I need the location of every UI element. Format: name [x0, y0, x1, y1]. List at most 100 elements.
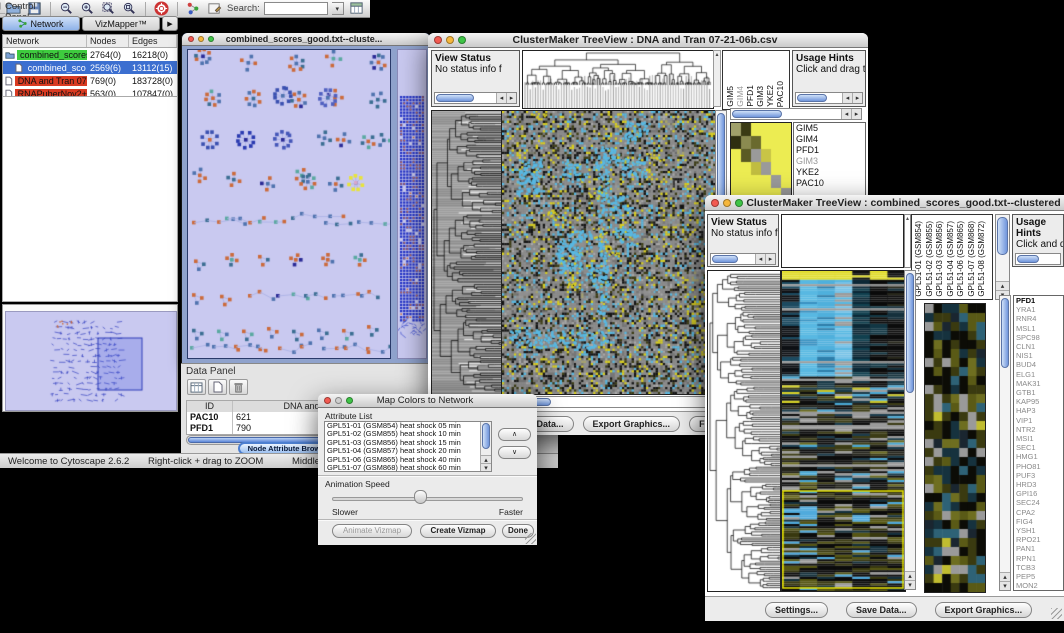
treeview-button[interactable]: Save Data... — [846, 602, 917, 618]
mini-scroll-strip[interactable]: ▴ — [713, 50, 721, 107]
gene-label[interactable]: MON2 — [1014, 581, 1063, 590]
delete-attribute-icon[interactable] — [229, 379, 248, 395]
gene-label[interactable]: PFD1 — [1014, 296, 1063, 305]
close-button[interactable] — [434, 36, 442, 44]
move-down-button[interactable]: ∨ — [498, 446, 531, 459]
usage-hints-scrollbar[interactable] — [1015, 253, 1061, 265]
column-dendrogram-area[interactable] — [781, 214, 904, 268]
view-status-scrollbar[interactable] — [710, 253, 776, 265]
gene-label[interactable]: NTR2 — [1014, 425, 1063, 434]
gene-label[interactable]: MAK31 — [1014, 379, 1063, 388]
col-network[interactable]: Network — [3, 35, 87, 47]
table-mode-icon[interactable] — [187, 379, 206, 395]
gene-label[interactable]: VIP1 — [1014, 416, 1063, 425]
scrollbar-thumb[interactable] — [1001, 298, 1009, 368]
treeview-button[interactable]: Export Graphics... — [583, 416, 681, 432]
row-dendrogram[interactable] — [431, 110, 502, 395]
minimize-button[interactable] — [446, 36, 454, 44]
scroll-right-icon[interactable] — [851, 109, 861, 119]
animate-vizmap-button[interactable]: Animate Vizmap — [332, 524, 412, 538]
network-view-titlebar[interactable]: combined_scores_good.txt--cluste... — [182, 33, 430, 46]
gene-label[interactable]: GIM5 — [794, 123, 865, 134]
create-vizmap-button[interactable]: Create Vizmap — [420, 524, 496, 538]
gene-label[interactable]: MSL1 — [1014, 324, 1063, 333]
gene-label[interactable]: PEP5 — [1014, 572, 1063, 581]
treeview-button[interactable]: Export Graphics... — [935, 602, 1033, 618]
gene-label[interactable]: TCB3 — [1014, 563, 1063, 572]
scrollbar-thumb[interactable] — [1017, 255, 1039, 263]
float-panel-icon[interactable] — [0, 2, 1, 12]
attribute-list-scrollbar[interactable] — [480, 422, 491, 471]
tab-overflow-arrow[interactable]: ▶ — [162, 16, 178, 31]
scroll-down-icon[interactable] — [1000, 581, 1010, 590]
id-column-header[interactable]: ID — [187, 401, 233, 412]
treeview1-titlebar[interactable]: ClusterMaker TreeView : DNA and Tran 07-… — [428, 33, 868, 48]
mini-scroll-strip[interactable]: ▴ — [904, 214, 911, 268]
column-dendrogram[interactable] — [522, 50, 714, 109]
global-heatmap[interactable] — [501, 110, 716, 395]
network-row[interactable]: combined_scores 2764(0) 16218(0) — [3, 48, 177, 61]
gene-label[interactable]: PAN1 — [1014, 544, 1063, 553]
zoom-selected-icon[interactable] — [100, 0, 117, 17]
gene-label[interactable]: CPA2 — [1014, 508, 1063, 517]
treeview-button[interactable]: Settings... — [765, 602, 828, 618]
vizmapper-icon[interactable] — [185, 0, 202, 17]
gene-label[interactable]: HAP3 — [1014, 406, 1063, 415]
scrollbar-thumb[interactable] — [712, 255, 738, 263]
scroll-right-icon[interactable] — [852, 93, 862, 103]
labels-vscrollbar[interactable] — [995, 214, 1010, 300]
minimize-button[interactable] — [335, 397, 342, 404]
scrollbar-thumb[interactable] — [906, 273, 914, 393]
scroll-up-icon[interactable] — [996, 281, 1009, 290]
scroll-down-icon[interactable] — [481, 463, 491, 471]
col-edges[interactable]: Edges — [129, 35, 177, 47]
close-button[interactable] — [324, 397, 331, 404]
scrollbar-thumb[interactable] — [997, 217, 1008, 255]
tab-network[interactable]: Network — [2, 16, 80, 31]
zoom-heatmap[interactable] — [924, 303, 986, 593]
scroll-down-icon[interactable] — [905, 580, 915, 589]
column-label[interactable]: GPL51-03 (GSM856) — [935, 221, 945, 297]
scrollbar-thumb[interactable] — [797, 94, 827, 102]
heatmap-vscrollbar[interactable] — [904, 270, 916, 590]
network-canvas[interactable] — [187, 49, 391, 359]
resize-grip[interactable] — [525, 533, 536, 544]
dialog-titlebar[interactable]: Map Colors to Network — [318, 394, 537, 408]
usage-hints-scrollbar[interactable] — [795, 92, 863, 104]
gene-label[interactable]: MSI1 — [1014, 434, 1063, 443]
gene-label[interactable]: RPN1 — [1014, 554, 1063, 563]
scrollbar-thumb[interactable] — [482, 423, 490, 449]
gene-label[interactable]: PAC10 — [794, 178, 865, 189]
close-button[interactable] — [711, 199, 719, 207]
gene-label[interactable]: ELG1 — [1014, 370, 1063, 379]
row-dendrogram[interactable] — [707, 270, 781, 592]
gene-label[interactable]: SEC24 — [1014, 498, 1063, 507]
gene-label[interactable]: BUD4 — [1014, 360, 1063, 369]
gene-label[interactable]: PFD1 — [794, 145, 865, 156]
view-status-scrollbar[interactable] — [434, 92, 517, 104]
speed-slider-track[interactable] — [332, 497, 523, 501]
gene-label[interactable]: PUF3 — [1014, 471, 1063, 480]
attribute-item[interactable]: GPL51-07 (GSM868) heat shock 60 min — [325, 464, 480, 472]
attribute-table-icon[interactable] — [348, 0, 365, 17]
resize-grip[interactable] — [1051, 608, 1062, 619]
gene-label[interactable]: HMG1 — [1014, 452, 1063, 461]
column-label[interactable]: GPL51-07 (GSM868) — [967, 221, 977, 297]
column-label[interactable]: GPL51-04 (GSM857) — [946, 221, 956, 297]
search-dropdown-icon[interactable] — [332, 2, 344, 15]
scrollbar-thumb[interactable] — [436, 94, 474, 102]
zoom-heatmap[interactable] — [730, 122, 792, 202]
scroll-left-icon[interactable] — [755, 254, 765, 264]
gene-label[interactable]: GPI16 — [1014, 489, 1063, 498]
gene-label[interactable]: YRA1 — [1014, 305, 1063, 314]
network-row[interactable]: combined_sco 2569(6) 13112(15) — [3, 61, 177, 74]
scroll-left-icon[interactable] — [841, 109, 851, 119]
gene-label[interactable]: GIM3 — [794, 156, 865, 167]
scroll-up-icon[interactable] — [905, 571, 915, 580]
gene-label[interactable]: RNR4 — [1014, 314, 1063, 323]
speed-slider-thumb[interactable] — [414, 490, 427, 504]
gene-label[interactable]: RPO21 — [1014, 535, 1063, 544]
zoom-button[interactable] — [346, 397, 353, 404]
gene-label[interactable]: CLN1 — [1014, 342, 1063, 351]
scroll-up-icon[interactable] — [1000, 572, 1010, 581]
